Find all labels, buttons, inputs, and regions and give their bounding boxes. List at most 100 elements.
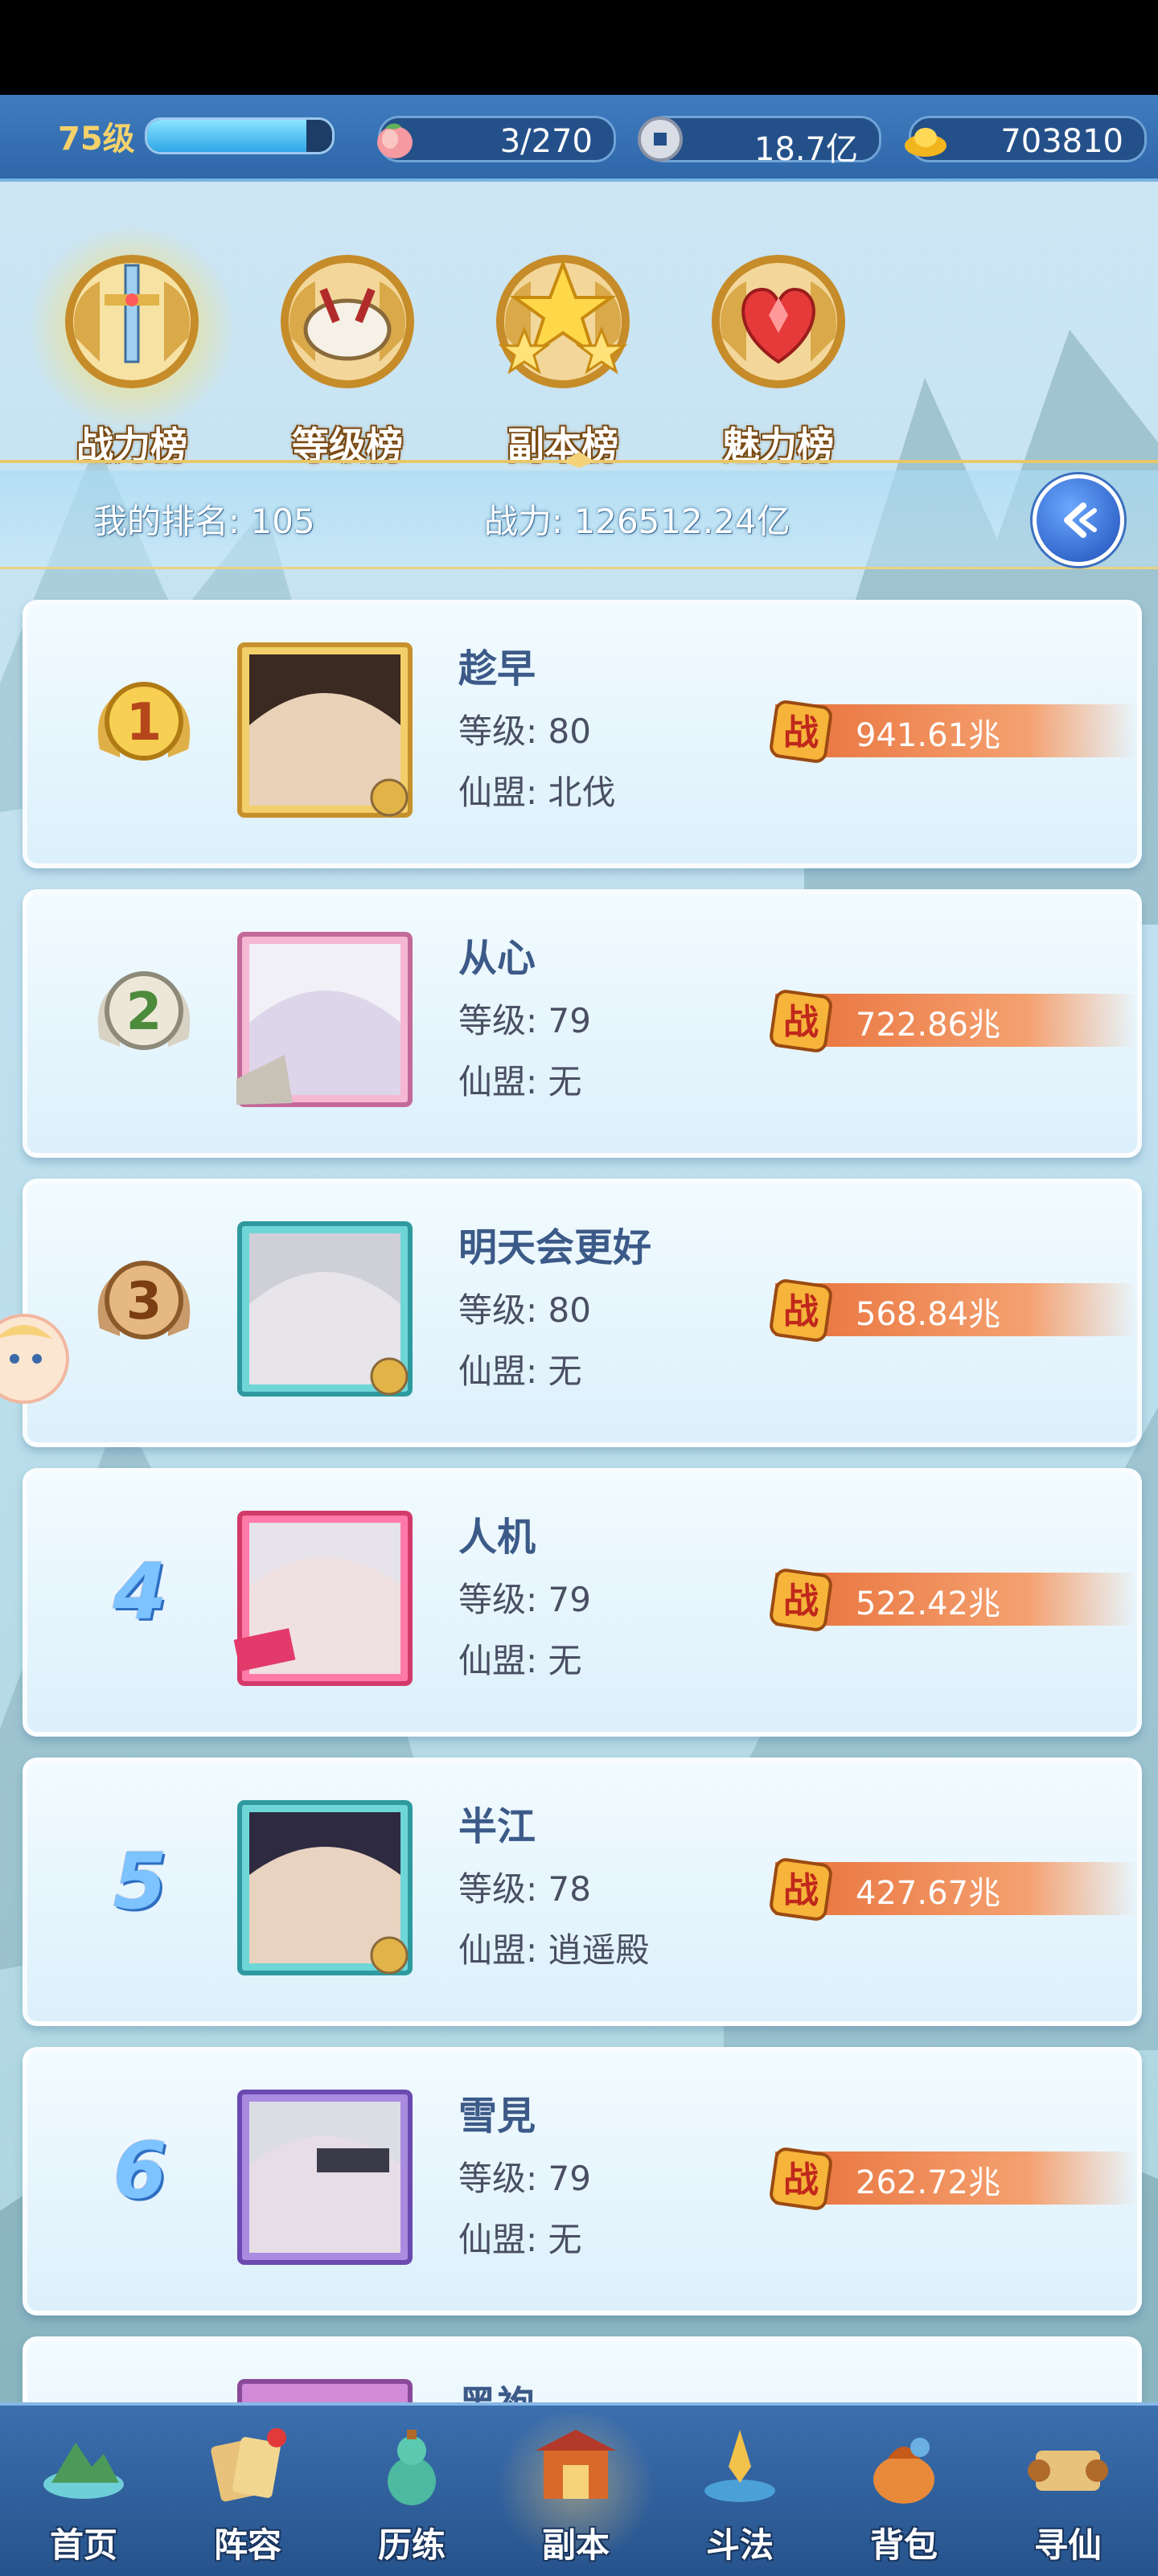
ranking-entry[interactable]: 黑袍 [23, 2336, 1142, 2404]
tab-dungeon-ranking[interactable]: 副本榜 [466, 232, 659, 467]
coin-value: 18.7亿 [754, 131, 858, 168]
player-name: 明天会更好 [458, 1225, 652, 1270]
nav-label: 寻仙 [1033, 2525, 1102, 2565]
player-level-text: 等级: 80 [458, 1290, 591, 1330]
player-level-text: 等级: 79 [458, 2159, 591, 2198]
resource-bar: 75级 3/270 18.7亿 703810 [0, 95, 1158, 182]
power-bar: 战 262.72兆 [770, 2147, 1137, 2210]
island-icon [43, 2443, 124, 2499]
mascot-float-icon[interactable] [0, 1311, 72, 1407]
power-value: 722.86兆 [856, 1007, 1000, 1044]
player-name: 人机 [458, 1515, 536, 1560]
sword-emblem-icon [65, 255, 199, 388]
gold-divider [0, 452, 1158, 468]
ranking-list[interactable]: 1 趁早 等级: 80 仙盟: 北伐 战 941.61兆 2 从心 等级: 79… [0, 587, 1158, 2404]
power-value: 941.61兆 [856, 717, 1000, 754]
power-value: 427.67兆 [856, 1875, 1000, 1912]
back-arrow-icon [1064, 502, 1097, 538]
tab-level-ranking[interactable]: 等级榜 [251, 232, 444, 467]
bottom-navigation: 首页 阵容 历练 副本 斗法 背包 寻仙 [0, 2402, 1158, 2576]
gold-ingot-icon [905, 128, 947, 157]
ranking-entry[interactable]: 6 雪見 等级: 79 仙盟: 无 战 262.72兆 [23, 2047, 1142, 2316]
player-guild-text: 仙盟: 无 [458, 1641, 582, 1680]
player-avatar[interactable] [228, 1497, 421, 1690]
player-name: 趁早 [458, 646, 536, 691]
nav-label: 阵容 [213, 2525, 281, 2565]
back-button[interactable] [1033, 474, 1124, 566]
player-avatar[interactable] [228, 1208, 421, 1401]
nav-dungeon[interactable]: 副本 [495, 2414, 656, 2574]
bronze-rank-badge-icon: 3 [97, 1261, 191, 1339]
power-bar: 战 522.42兆 [770, 1569, 1137, 1631]
coin-icon [638, 117, 683, 162]
gourd-icon [388, 2430, 436, 2505]
ranking-entry[interactable]: 4 人机 等级: 79 仙盟: 无 战 522.42兆 [23, 1468, 1142, 1737]
rank-number: 6 [113, 2126, 167, 2216]
player-level-text: 等级: 78 [458, 1869, 591, 1909]
bag-icon [873, 2438, 934, 2504]
power-value: 568.84兆 [856, 1296, 1000, 1333]
battle-icon: 战 [770, 700, 832, 763]
player-avatar[interactable] [228, 2076, 421, 2269]
nav-backpack[interactable]: 背包 [823, 2414, 984, 2574]
player-avatar[interactable] [228, 918, 421, 1111]
xp-bar [145, 117, 335, 154]
tab-charm-ranking[interactable]: 魅力榜 [682, 232, 875, 467]
gold-rank-badge-icon: 1 [97, 682, 191, 761]
nav-battle[interactable]: 斗法 [659, 2414, 820, 2574]
player-guild-text: 仙盟: 北伐 [458, 773, 616, 812]
leaderboard-tabs: 战力榜 等级榜 副本榜 魅力榜 [0, 182, 1158, 467]
ranking-entry[interactable]: 1 趁早 等级: 80 仙盟: 北伐 战 941.61兆 [23, 600, 1142, 868]
power-bar: 战 722.86兆 [770, 990, 1137, 1052]
player-level-text: 等级: 79 [458, 1001, 591, 1040]
my-rank-bar: 我的排名: 105 战力: 126512.24亿 [0, 470, 1158, 569]
player-guild-text: 仙盟: 逍遥殿 [458, 1930, 650, 1970]
player-name: 雪見 [458, 2094, 536, 2139]
tab-power-ranking[interactable]: 战力榜 [27, 224, 236, 467]
player-level: 75级 [58, 121, 135, 158]
nav-label: 背包 [869, 2525, 938, 2565]
peach-resource[interactable]: 3/270 [377, 116, 616, 162]
cards-icon [211, 2428, 286, 2502]
nav-home[interactable]: 首页 [3, 2414, 164, 2574]
peach-icon [377, 123, 413, 158]
ranking-entry[interactable]: 5 半江 等级: 78 仙盟: 逍遥殿 战 427.67兆 [23, 1758, 1142, 2026]
coin-resource[interactable]: 18.7亿 [638, 116, 881, 168]
svg-text:战: 战 [783, 1870, 819, 1911]
gate-icon [536, 2430, 616, 2499]
player-level-text: 等级: 79 [458, 1580, 591, 1619]
svg-text:战: 战 [783, 1002, 819, 1043]
silver-rank-badge-icon: 2 [97, 971, 191, 1050]
power-bar: 战 427.67兆 [770, 1858, 1137, 1921]
my-power-text: 战力: 126512.24亿 [484, 502, 790, 541]
nav-lineup[interactable]: 阵容 [167, 2414, 328, 2574]
player-name: 黑袍 [458, 2373, 536, 2404]
player-guild-text: 仙盟: 无 [458, 1352, 582, 1391]
player-guild-text: 仙盟: 无 [458, 1062, 582, 1101]
battle-icon: 战 [770, 1279, 832, 1342]
player-avatar[interactable] [228, 1786, 421, 1979]
my-rank-text: 我的排名: 105 [93, 502, 315, 541]
peach-value: 3/270 [499, 123, 593, 160]
ingot-value: 703810 [1000, 123, 1123, 160]
rank-number: 5 [113, 1836, 167, 1926]
nav-label: 历练 [377, 2525, 446, 2565]
nav-training[interactable]: 历练 [331, 2414, 492, 2574]
ingot-resource[interactable]: 703810 [905, 116, 1147, 162]
status-bar [0, 0, 1158, 95]
drum-emblem-icon [281, 255, 414, 388]
rank-number: 4 [113, 1547, 167, 1637]
ranking-entry[interactable]: 3 明天会更好 等级: 80 仙盟: 无 战 568.84兆 [23, 1179, 1142, 1447]
nav-seek-immortal[interactable]: 寻仙 [988, 2414, 1148, 2574]
svg-text:2: 2 [126, 982, 162, 1042]
ranking-entry[interactable]: 2 从心 等级: 79 仙盟: 无 战 722.86兆 [23, 889, 1142, 1158]
arena-icon [704, 2430, 775, 2502]
battle-icon: 战 [770, 2147, 832, 2210]
player-avatar[interactable] [228, 629, 421, 822]
svg-text:战: 战 [783, 2160, 819, 2201]
svg-text:1: 1 [126, 693, 162, 753]
player-avatar[interactable] [228, 2365, 421, 2404]
battle-icon: 战 [770, 1569, 832, 1631]
svg-text:战: 战 [783, 1291, 819, 1332]
nav-label: 副本 [541, 2525, 610, 2565]
